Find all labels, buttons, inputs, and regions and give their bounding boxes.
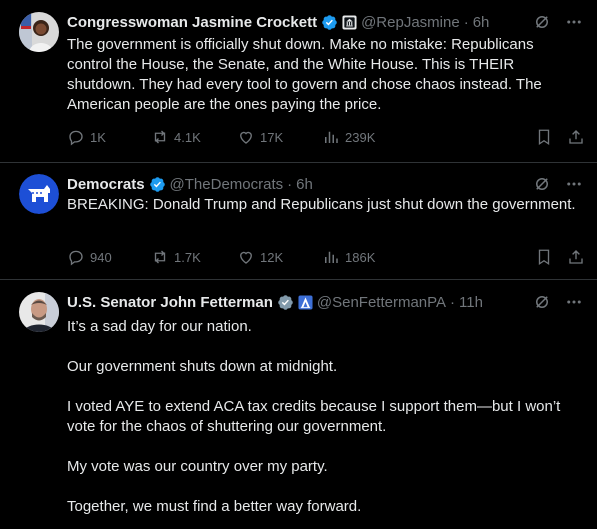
heart-icon [240, 131, 252, 144]
like-button[interactable]: 17K [237, 128, 322, 146]
reply-button[interactable]: 940 [67, 248, 151, 266]
timestamp[interactable]: 6h [296, 176, 313, 193]
timestamp[interactable]: 11h [459, 294, 483, 311]
tweet-text: It’s a sad day for our nation. Our gover… [67, 318, 561, 515]
like-button[interactable]: 12K [237, 248, 322, 266]
tweet-democrats[interactable]: Democrats @TheDemocrats · 6h BREAKING: D… [0, 162, 597, 280]
bookmark-icon[interactable] [535, 128, 553, 146]
view-count: 186K [345, 249, 376, 265]
author-name[interactable]: Democrats [67, 176, 145, 193]
grok-icon[interactable] [533, 293, 551, 311]
grok-icon[interactable] [533, 13, 551, 31]
reply-count: 940 [90, 249, 112, 265]
government-affiliation-icon [342, 14, 357, 30]
grok-icon[interactable] [533, 175, 551, 193]
heart-icon [240, 251, 252, 264]
tweet-crockett[interactable]: Congresswoman Jasmine Crockett @RepJasmi… [0, 0, 597, 163]
repost-icon [154, 250, 166, 264]
senate-affiliation-icon [298, 294, 313, 310]
views-button[interactable]: 239K [322, 128, 422, 146]
tweet-text: The government is officially shut down. … [67, 36, 542, 113]
verified-badge-icon [278, 294, 293, 310]
author-name[interactable]: Congresswoman Jasmine Crockett [67, 14, 317, 31]
author-handle[interactable]: @TheDemocrats [170, 176, 284, 193]
views-icon [325, 131, 338, 143]
views-icon [325, 251, 338, 263]
verified-badge-icon [322, 14, 337, 30]
repost-count: 4.1K [174, 129, 201, 145]
like-count: 12K [260, 249, 284, 265]
share-icon[interactable] [567, 248, 585, 266]
more-icon[interactable] [565, 13, 583, 31]
bookmark-icon[interactable] [535, 248, 553, 266]
tweet-text: BREAKING: Donald Trump and Republicans j… [67, 196, 576, 213]
like-count: 17K [260, 129, 284, 145]
action-bar: 940 1.7K 12K 186K [67, 247, 585, 267]
more-icon[interactable] [565, 293, 583, 311]
reply-button[interactable]: 1K [67, 128, 151, 146]
reply-icon [69, 250, 83, 266]
reply-icon [69, 130, 83, 146]
reply-count: 1K [90, 129, 106, 145]
avatar[interactable] [19, 174, 59, 214]
view-count: 239K [345, 129, 376, 145]
author-handle[interactable]: @SenFettermanPA [317, 294, 446, 311]
views-button[interactable]: 186K [322, 248, 422, 266]
repost-button[interactable]: 1.7K [151, 248, 237, 266]
avatar[interactable] [19, 292, 59, 332]
repost-count: 1.7K [174, 249, 201, 265]
avatar[interactable] [19, 12, 59, 52]
timestamp[interactable]: 6h [473, 14, 490, 31]
separator-dot: · [450, 293, 456, 311]
author-handle[interactable]: @RepJasmine [361, 14, 460, 31]
separator-dot: · [287, 175, 293, 193]
share-icon[interactable] [567, 128, 585, 146]
verified-badge-icon [149, 176, 165, 192]
author-name[interactable]: U.S. Senator John Fetterman [67, 294, 273, 311]
repost-button[interactable]: 4.1K [151, 128, 237, 146]
action-bar: 1K 4.1K 17K 239K [67, 127, 585, 147]
more-icon[interactable] [565, 175, 583, 193]
tweet-fetterman[interactable]: U.S. Senator John Fetterman @SenFetterma… [0, 280, 597, 529]
repost-icon [154, 130, 166, 144]
separator-dot: · [463, 13, 469, 31]
